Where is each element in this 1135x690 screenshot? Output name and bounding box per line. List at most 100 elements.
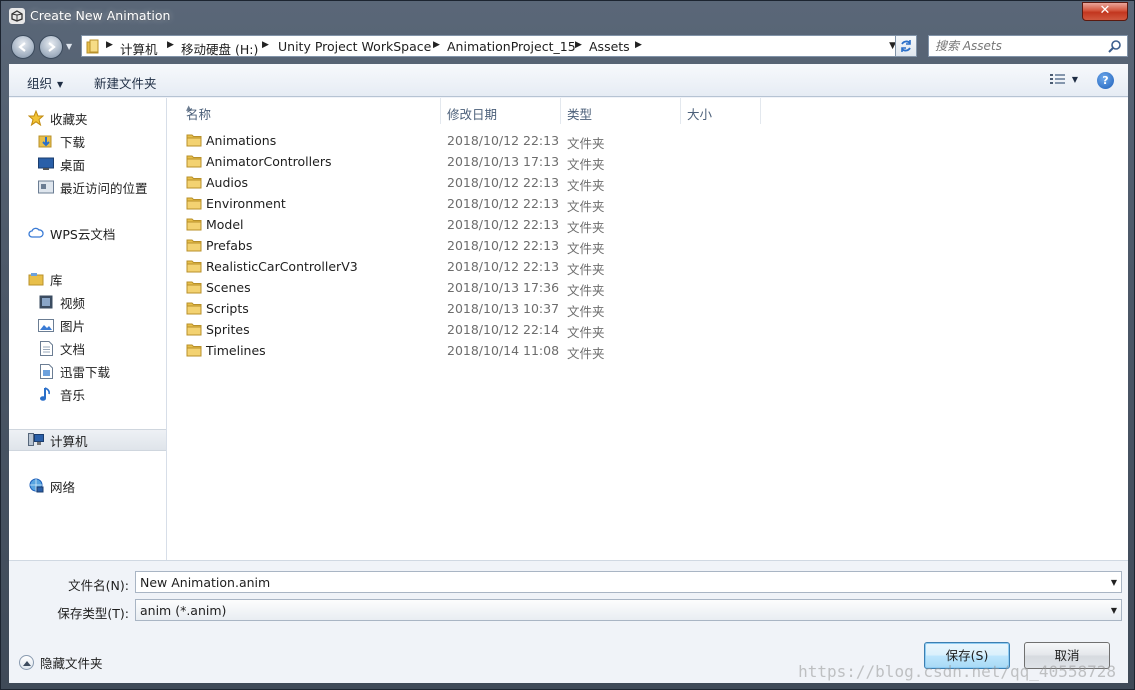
- file-row[interactable]: Scenes 2018/10/13 17:36 文件夹: [168, 277, 768, 298]
- document-download-icon: [38, 363, 54, 379]
- sidebar-item-documents[interactable]: 文档: [9, 337, 166, 359]
- file-date: 2018/10/14 11:08: [447, 343, 560, 358]
- breadcrumb-drive[interactable]: 移动硬盘 (H:): [181, 39, 258, 58]
- column-header-label: 类型: [567, 107, 593, 122]
- command-bar: 组织 ▼ 新建文件夹 ▼ ?: [9, 64, 1128, 97]
- cloud-icon: [28, 225, 44, 241]
- filename-value[interactable]: New Animation.anim: [140, 575, 270, 590]
- file-row[interactable]: Scripts 2018/10/13 10:37 文件夹: [168, 298, 768, 319]
- filename-label: 文件名(N):: [68, 578, 129, 593]
- file-row[interactable]: Environment 2018/10/12 22:13 文件夹: [168, 193, 768, 214]
- file-row[interactable]: Animations 2018/10/12 22:13 文件夹: [168, 130, 768, 151]
- folder-icon: [186, 155, 202, 168]
- file-date: 2018/10/12 22:14: [447, 322, 560, 337]
- file-type: 文件夹: [567, 304, 605, 319]
- filetype-label: 保存类型(T):: [57, 606, 129, 621]
- breadcrumb-computer[interactable]: 计算机: [120, 39, 158, 58]
- sidebar-item-music[interactable]: 音乐: [9, 383, 166, 405]
- file-name: Scenes: [206, 280, 251, 295]
- file-row[interactable]: Sprites 2018/10/12 22:14 文件夹: [168, 319, 768, 340]
- arrow-right-icon: [48, 42, 56, 52]
- folder-icon: [186, 344, 202, 357]
- file-name: Sprites: [206, 322, 250, 337]
- file-row[interactable]: Model 2018/10/12 22:13 文件夹: [168, 214, 768, 235]
- breadcrumb-separator-icon[interactable]: ▶: [262, 40, 269, 50]
- file-row[interactable]: Audios 2018/10/12 22:13 文件夹: [168, 172, 768, 193]
- file-list[interactable]: ▲ 名称 修改日期 类型 大小 Animations 2018/10/12 22:…: [168, 98, 1128, 560]
- file-type: 文件夹: [567, 178, 605, 193]
- file-name: Animations: [206, 133, 277, 148]
- breadcrumb-separator-icon[interactable]: ▶: [433, 40, 440, 50]
- sidebar-item-desktop[interactable]: 桌面: [9, 153, 166, 175]
- chevron-down-icon[interactable]: ▼: [1111, 578, 1117, 587]
- file-row[interactable]: RealisticCarControllerV3 2018/10/12 22:13…: [168, 256, 768, 277]
- chevron-down-icon: ▼: [1071, 74, 1078, 84]
- file-name: RealisticCarControllerV3: [206, 259, 358, 274]
- title-bar[interactable]: Create New Animation ✕: [1, 1, 1134, 31]
- sidebar-item-thunder-downloads[interactable]: 迅雷下载: [9, 360, 166, 382]
- breadcrumb-separator-icon[interactable]: ▶: [106, 40, 113, 50]
- filetype-select[interactable]: anim (*.anim) ▼: [135, 599, 1122, 621]
- file-row[interactable]: Prefabs 2018/10/12 22:13 文件夹: [168, 235, 768, 256]
- forward-button[interactable]: [39, 35, 63, 59]
- sidebar-item-label: 下载: [60, 134, 86, 150]
- column-header-label: 名称: [186, 107, 212, 122]
- search-box[interactable]: [928, 35, 1128, 57]
- sidebar-item-wps-cloud[interactable]: WPS云文档: [9, 222, 166, 244]
- search-input[interactable]: [935, 38, 1105, 54]
- sidebar-item-recent-places[interactable]: 最近访问的位置: [9, 176, 166, 198]
- column-header-name[interactable]: ▲ 名称: [180, 98, 441, 124]
- sidebar-item-label: 收藏夹: [50, 111, 88, 127]
- sidebar-item-label: 图片: [60, 318, 86, 334]
- organize-menu[interactable]: 组织 ▼: [27, 73, 63, 92]
- close-icon: ✕: [1099, 3, 1111, 18]
- file-type: 文件夹: [567, 220, 605, 235]
- breadcrumb-workspace[interactable]: Unity Project WorkSpace: [278, 39, 431, 54]
- sidebar-item-label: WPS云文档: [50, 226, 116, 242]
- sidebar-item-downloads[interactable]: 下载: [9, 130, 166, 152]
- file-date: 2018/10/12 22:13: [447, 238, 560, 253]
- file-type: 文件夹: [567, 241, 605, 256]
- breadcrumb-assets[interactable]: Assets: [589, 39, 630, 54]
- help-button[interactable]: ?: [1097, 72, 1114, 89]
- refresh-button[interactable]: [895, 35, 917, 57]
- file-row[interactable]: AnimatorControllers 2018/10/13 17:13 文件夹: [168, 151, 768, 172]
- browser-area: 收藏夹 下载 桌面 最近访问的位置 WPS云文档 库 视频 图片 文档 迅雷下载…: [9, 98, 1128, 560]
- file-date: 2018/10/13 17:13: [447, 154, 560, 169]
- new-folder-button[interactable]: 新建文件夹: [94, 73, 157, 92]
- sidebar-item-computer[interactable]: 计算机: [9, 429, 166, 451]
- change-view-button[interactable]: ▼: [1049, 73, 1078, 85]
- back-button[interactable]: [11, 35, 35, 59]
- address-bar[interactable]: ▶ 计算机 ▶ 移动硬盘 (H:) ▶ Unity Project WorkSp…: [81, 35, 901, 57]
- file-date: 2018/10/12 22:13: [447, 196, 560, 211]
- sidebar-item-network[interactable]: 网络: [9, 475, 166, 497]
- chevron-down-icon[interactable]: ▼: [1111, 606, 1117, 615]
- close-button[interactable]: ✕: [1082, 2, 1128, 21]
- search-icon[interactable]: [1108, 39, 1122, 53]
- breadcrumb-separator-icon[interactable]: ▶: [575, 40, 582, 50]
- file-type: 文件夹: [567, 262, 605, 277]
- column-header-type[interactable]: 类型: [561, 98, 681, 124]
- folder-icon: [86, 39, 99, 54]
- download-folder-icon: [38, 133, 54, 149]
- breadcrumb-separator-icon[interactable]: ▶: [167, 40, 174, 50]
- document-icon: [38, 340, 54, 356]
- column-header-size[interactable]: 大小: [681, 98, 761, 124]
- navigation-pane[interactable]: 收藏夹 下载 桌面 最近访问的位置 WPS云文档 库 视频 图片 文档 迅雷下载…: [9, 98, 167, 560]
- filename-field[interactable]: New Animation.anim ▼: [135, 571, 1122, 593]
- file-row[interactable]: Timelines 2018/10/14 11:08 文件夹: [168, 340, 768, 361]
- breadcrumb-project[interactable]: AnimationProject_15: [447, 39, 576, 54]
- sidebar-item-favorites[interactable]: 收藏夹: [9, 107, 166, 129]
- file-type: 文件夹: [567, 325, 605, 340]
- computer-icon: [28, 432, 44, 448]
- hide-folders-toggle[interactable]: 隐藏文件夹: [19, 653, 103, 672]
- recent-pages-icon[interactable]: ▼: [66, 42, 72, 51]
- music-note-icon: [38, 386, 54, 402]
- sidebar-item-pictures[interactable]: 图片: [9, 314, 166, 336]
- column-header-label: 大小: [687, 107, 713, 122]
- sidebar-item-videos[interactable]: 视频: [9, 291, 166, 313]
- window-title: Create New Animation: [30, 8, 171, 23]
- breadcrumb-separator-icon[interactable]: ▶: [635, 40, 642, 50]
- column-header-date[interactable]: 修改日期: [441, 98, 561, 124]
- sidebar-item-libraries[interactable]: 库: [9, 268, 166, 290]
